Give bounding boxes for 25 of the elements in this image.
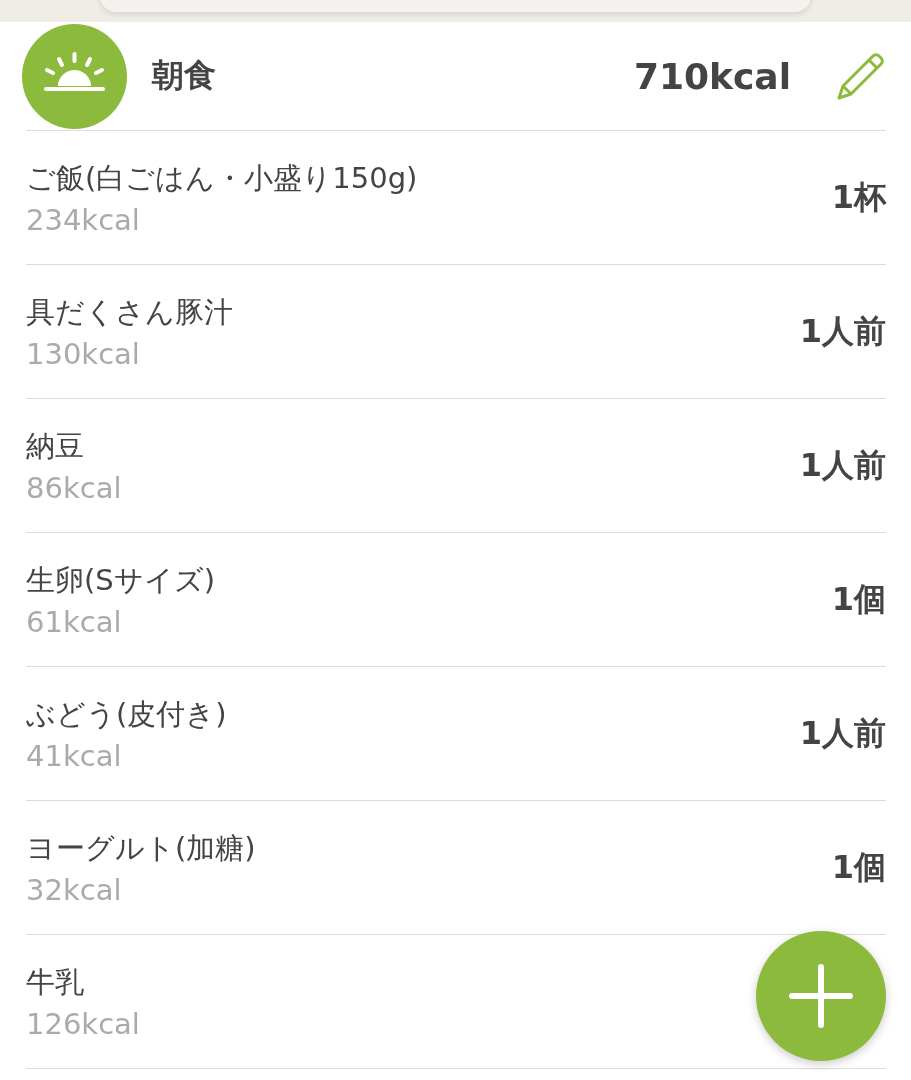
food-name: ご飯(白ごはん・小盛り150g)	[26, 159, 419, 197]
food-name: 納豆	[26, 427, 85, 465]
food-name: 牛乳	[26, 963, 85, 1001]
food-amount: 1個	[831, 578, 886, 620]
food-amount: 1人前	[799, 712, 886, 754]
food-amount: 1人前	[799, 444, 886, 486]
food-calories: 32kcal	[26, 872, 123, 907]
food-amount: 1人前	[799, 310, 886, 352]
food-calories: 126kcal	[26, 1006, 141, 1041]
food-amount: 1杯	[831, 176, 886, 218]
pencil-icon[interactable]	[835, 50, 887, 102]
food-name: ヨーグルト(加糖)	[26, 829, 257, 867]
meal-title: 朝食	[152, 55, 217, 96]
add-button[interactable]	[755, 930, 887, 1062]
food-name: ぶどう(皮付き)	[26, 695, 228, 733]
food-calories: 86kcal	[26, 470, 123, 505]
food-amount: 1個	[831, 846, 886, 888]
sunrise-icon	[22, 23, 127, 129]
food-name: 生卵(Sサイズ)	[26, 561, 217, 599]
food-name: 具だくさん豚汁	[26, 293, 234, 331]
meal-total-calories: 710kcal	[633, 55, 791, 97]
food-calories: 61kcal	[26, 604, 123, 639]
food-calories: 234kcal	[26, 202, 141, 237]
food-calories: 41kcal	[26, 738, 123, 773]
food-calories: 130kcal	[26, 336, 141, 371]
